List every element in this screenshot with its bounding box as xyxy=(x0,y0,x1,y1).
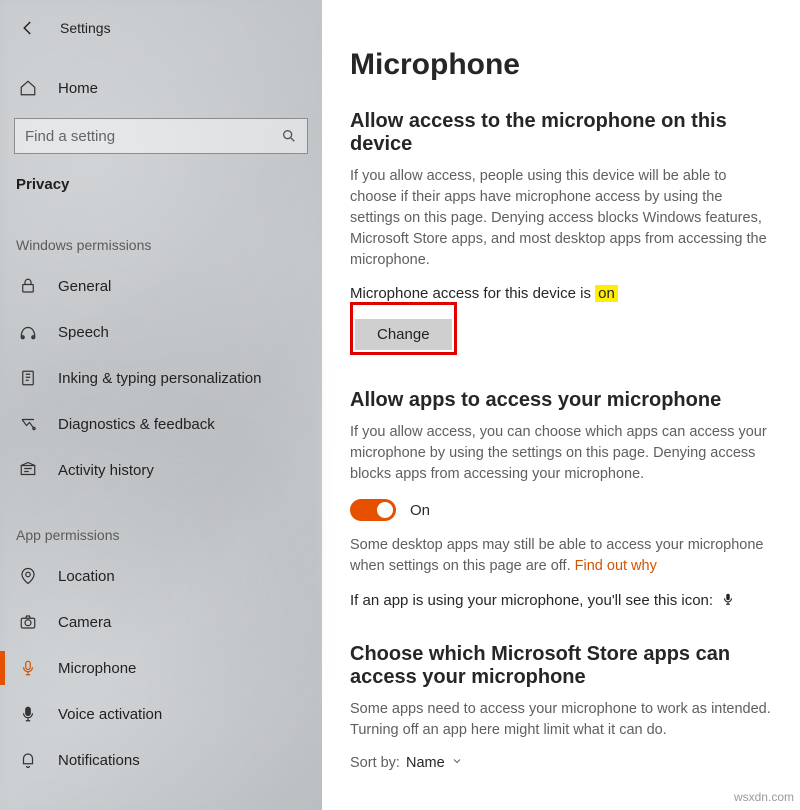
sidebar-item-notifications[interactable]: Notifications xyxy=(0,737,322,783)
search-input[interactable] xyxy=(25,128,281,145)
toggle-row: On xyxy=(350,499,772,521)
sidebar-item-camera[interactable]: Camera xyxy=(0,599,322,645)
status-value: on xyxy=(595,285,618,302)
sidebar-item-inking[interactable]: Inking & typing personalization xyxy=(0,355,322,401)
back-button[interactable] xyxy=(18,18,38,38)
note-text: Some desktop apps may still be able to a… xyxy=(350,537,763,574)
title-bar: Settings xyxy=(0,8,322,48)
microphone-icon xyxy=(18,658,38,678)
sort-value: Name xyxy=(406,755,445,771)
sidebar-item-label: Location xyxy=(58,568,115,585)
sidebar-item-microphone[interactable]: Microphone xyxy=(0,645,322,691)
search-container xyxy=(0,108,322,162)
sidebar: Settings Home Privacy Windows permission… xyxy=(0,0,322,810)
sidebar-item-speech[interactable]: Speech xyxy=(0,309,322,355)
microphone-indicator-icon xyxy=(721,591,735,607)
location-icon xyxy=(18,566,38,586)
usage-text: If an app is using your microphone, you'… xyxy=(350,592,713,609)
app-title: Settings xyxy=(60,20,111,36)
sort-label: Sort by: xyxy=(350,755,400,771)
lock-icon xyxy=(18,276,38,296)
sidebar-item-activity-history[interactable]: Activity history xyxy=(0,447,322,493)
section-desc: If you allow access, you can choose whic… xyxy=(350,422,772,485)
sidebar-item-label: Voice activation xyxy=(58,706,162,723)
section-title: Allow access to the microphone on this d… xyxy=(350,110,772,156)
toggle-state-label: On xyxy=(410,502,430,519)
desktop-apps-note: Some desktop apps may still be able to a… xyxy=(350,535,772,577)
section-desc: If you allow access, people using this d… xyxy=(350,166,772,271)
section-title: Allow apps to access your microphone xyxy=(350,389,772,412)
main-content: Microphone Allow access to the microphon… xyxy=(322,0,800,810)
section-store-apps: Choose which Microsoft Store apps can ac… xyxy=(350,643,772,771)
watermark: wsxdn.com xyxy=(734,790,794,804)
section-app-access: Allow apps to access your microphone If … xyxy=(350,389,772,609)
voice-icon xyxy=(18,704,38,724)
sidebar-item-label: Inking & typing personalization xyxy=(58,370,261,387)
section-header-windows-permissions: Windows permissions xyxy=(0,203,322,263)
change-button-highlight: Change xyxy=(350,302,457,355)
section-desc: Some apps need to access your microphone… xyxy=(350,699,772,741)
camera-icon xyxy=(18,612,38,632)
sidebar-item-label: Diagnostics & feedback xyxy=(58,416,215,433)
search-icon xyxy=(281,128,297,144)
page-title: Microphone xyxy=(350,48,772,82)
active-indicator xyxy=(0,651,5,685)
section-title: Choose which Microsoft Store apps can ac… xyxy=(350,643,772,689)
sidebar-item-label: Activity history xyxy=(58,462,154,479)
find-out-why-link[interactable]: Find out why xyxy=(575,558,657,574)
sidebar-item-general[interactable]: General xyxy=(0,263,322,309)
sidebar-item-diagnostics[interactable]: Diagnostics & feedback xyxy=(0,401,322,447)
device-access-status: Microphone access for this device is on xyxy=(350,285,772,302)
sidebar-item-label: Speech xyxy=(58,324,109,341)
sidebar-item-label: General xyxy=(58,278,111,295)
history-icon xyxy=(18,460,38,480)
sort-control[interactable]: Sort by: Name xyxy=(350,755,772,771)
search-box[interactable] xyxy=(14,118,308,154)
sidebar-item-label: Camera xyxy=(58,614,111,631)
sidebar-item-location[interactable]: Location xyxy=(0,553,322,599)
sidebar-item-voice-activation[interactable]: Voice activation xyxy=(0,691,322,737)
category-label: Privacy xyxy=(0,162,322,203)
status-prefix: Microphone access for this device is xyxy=(350,285,595,302)
sidebar-item-label: Notifications xyxy=(58,752,140,769)
section-header-app-permissions: App permissions xyxy=(0,493,322,553)
app-access-toggle[interactable] xyxy=(350,499,396,521)
diagnostics-icon xyxy=(18,414,38,434)
inking-icon xyxy=(18,368,38,388)
home-icon xyxy=(18,78,38,98)
sidebar-item-label: Microphone xyxy=(58,660,136,677)
chevron-down-icon xyxy=(451,755,463,771)
toggle-knob xyxy=(377,502,393,518)
usage-indicator-line: If an app is using your microphone, you'… xyxy=(350,591,772,609)
notification-icon xyxy=(18,750,38,770)
home-nav[interactable]: Home xyxy=(0,68,322,108)
home-label: Home xyxy=(58,80,98,97)
speech-icon xyxy=(18,322,38,342)
change-button[interactable]: Change xyxy=(355,319,452,350)
section-device-access: Allow access to the microphone on this d… xyxy=(350,110,772,355)
